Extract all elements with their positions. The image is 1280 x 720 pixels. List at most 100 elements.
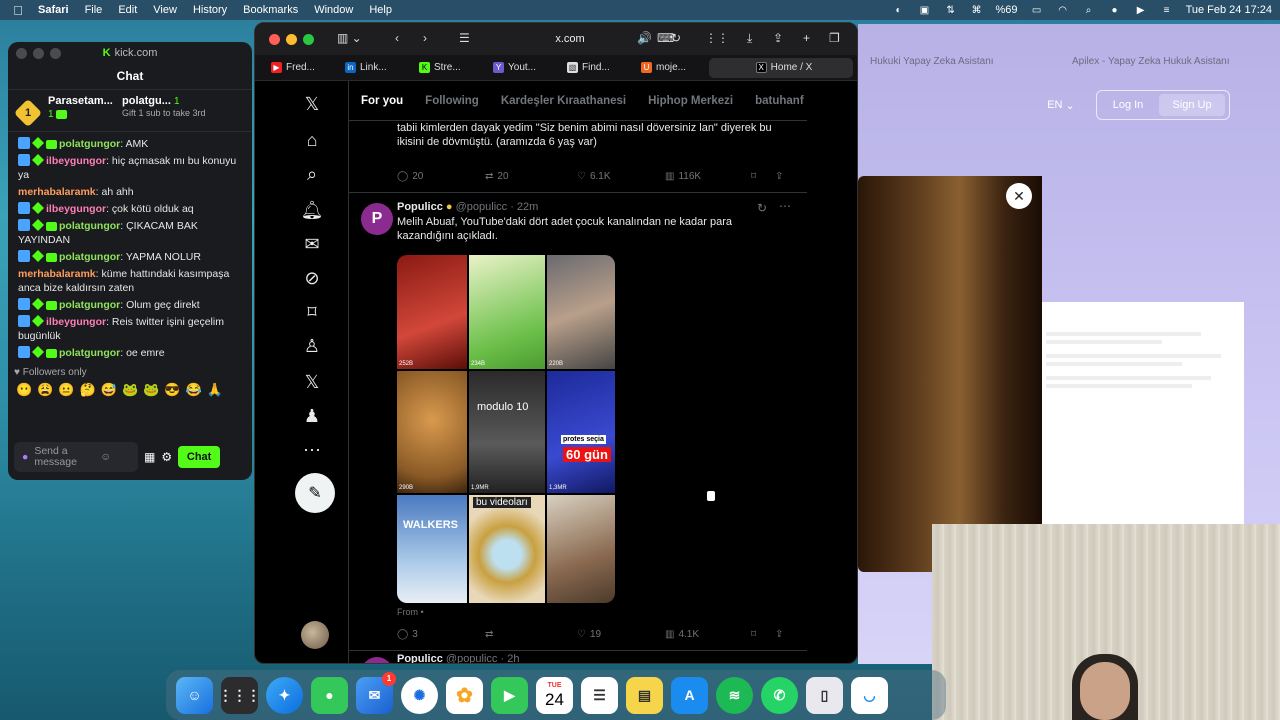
premium-icon[interactable]: 𝕏: [301, 371, 323, 393]
emote-icon[interactable]: 😅: [101, 382, 117, 398]
messages-icon[interactable]: ●: [311, 676, 348, 714]
emote-icon[interactable]: 🐸: [122, 382, 138, 398]
emote-icon[interactable]: 😩: [37, 382, 53, 398]
app-store-icon[interactable]: A: [671, 676, 708, 714]
finder-icon[interactable]: ☺: [176, 676, 213, 714]
new-tab-icon[interactable]: +: [803, 31, 810, 45]
mail-icon[interactable]: ✉ 1: [356, 671, 396, 714]
share-icon[interactable]: ⇪: [775, 171, 783, 182]
tweet-next[interactable]: P Populicc @populicc · 2h: [349, 651, 807, 663]
menu-file[interactable]: File: [85, 4, 103, 16]
search-icon[interactable]: ⌕: [301, 163, 323, 185]
whatsapp-icon[interactable]: ✆: [761, 676, 798, 714]
spotify-icon[interactable]: ≋: [716, 676, 753, 714]
grok-analyze-icon[interactable]: ↻: [757, 201, 767, 215]
tab-following[interactable]: Following: [425, 95, 479, 107]
tab-youtube[interactable]: Y Yout...: [487, 58, 557, 78]
tab-moje[interactable]: Umoje...: [635, 58, 705, 78]
tweet-author[interactable]: Populicc: [397, 201, 443, 213]
close-window-button[interactable]: [269, 33, 280, 45]
chat-username[interactable]: polatgungor: [59, 251, 120, 263]
preview-icon[interactable]: ▯: [806, 676, 843, 714]
notifications-icon[interactable]: 🔔︎: [301, 199, 324, 221]
wifi-icon[interactable]: ◠: [1056, 4, 1070, 16]
extra-app-icon[interactable]: ◡: [851, 676, 888, 714]
chat-username[interactable]: polatgungor: [59, 220, 120, 232]
apple-icon[interactable]: : [6, 3, 30, 18]
more-icon[interactable]: ⋯: [301, 439, 323, 461]
tab-linkedin[interactable]: in Link...: [339, 58, 409, 78]
close-icon[interactable]: ✕: [1006, 183, 1032, 209]
safari-icon[interactable]: ✦: [266, 676, 303, 714]
control-center-icon[interactable]: ≡: [1160, 4, 1174, 16]
tab-for-you[interactable]: For you: [361, 95, 403, 107]
tweet-handle[interactable]: @populicc · 2h: [446, 653, 520, 663]
reload-icon[interactable]: ↻: [671, 31, 681, 45]
photos-icon[interactable]: ✿: [446, 676, 483, 714]
screen-record-icon[interactable]: ▣: [918, 4, 932, 16]
language-select[interactable]: EN ⌄: [1038, 92, 1084, 118]
chat-username[interactable]: ilbeygungor: [46, 203, 106, 215]
home-icon[interactable]: ⌂: [301, 129, 323, 151]
minimize-window-button[interactable]: [286, 33, 297, 45]
emote-icon[interactable]: 🐸: [143, 382, 159, 398]
bg-tab-apilex[interactable]: Apilex - Yapay Zeka Hukuk Asistanı: [1072, 56, 1230, 67]
zoom-window-button[interactable]: [303, 33, 314, 45]
top-gifter-1[interactable]: Parasetam...: [48, 95, 118, 108]
chat-username[interactable]: merhabalaramk: [18, 186, 96, 198]
signup-button[interactable]: Sign Up: [1159, 94, 1225, 116]
bookmark-icon[interactable]: ⌑: [751, 171, 775, 182]
tweet[interactable]: P Populicc ● @populicc · 22m ↻ ⋯ Melih A…: [349, 193, 807, 651]
post-button[interactable]: ✎: [295, 473, 335, 513]
menu-bookmarks[interactable]: Bookmarks: [243, 4, 298, 16]
top-gifter-2[interactable]: polatgu...: [122, 95, 171, 107]
downloads-icon[interactable]: ⤓: [747, 31, 752, 46]
tab-find[interactable]: ▧ Find...: [561, 58, 631, 78]
like-button[interactable]: ♡ 19: [577, 629, 665, 640]
login-button[interactable]: Log In: [1101, 94, 1155, 116]
tab-hiphop[interactable]: Hiphop Merkezi: [648, 95, 733, 107]
emote-icon[interactable]: 😐: [58, 382, 74, 398]
extensions-icon[interactable]: ⋮⋮: [705, 31, 729, 45]
back-icon[interactable]: ‹: [395, 31, 399, 45]
siri-icon[interactable]: ●: [1108, 4, 1122, 16]
forward-icon[interactable]: ›: [423, 31, 427, 45]
chat-input[interactable]: ● Send a message ☺: [14, 442, 138, 472]
messages-icon[interactable]: ✉: [301, 233, 323, 255]
tab-batuhanf[interactable]: batuhanf: [755, 95, 804, 107]
emote-icon[interactable]: 🤔: [80, 382, 96, 398]
tweet-image-grid[interactable]: 252B 234B 220B 290B modulo 10 1,9MR prot…: [397, 255, 615, 603]
gift-icon[interactable]: ▦: [144, 450, 155, 464]
chat-username[interactable]: polatgungor: [59, 347, 120, 359]
tab-home-x[interactable]: X Home / X: [709, 57, 853, 78]
tab-kardesler[interactable]: Kardeşler Kıraathanesi: [501, 95, 626, 107]
share-icon[interactable]: ⇪: [773, 31, 783, 45]
chat-username[interactable]: ilbeygungor: [46, 316, 106, 328]
more-options-icon[interactable]: ⋯: [779, 199, 791, 213]
tab-fred[interactable]: ▶ Fred...: [265, 58, 335, 78]
audio-icon[interactable]: 🔊: [637, 31, 652, 45]
calendar-icon[interactable]: TUE 24: [536, 676, 573, 714]
jobs-icon[interactable]: ♙: [301, 335, 323, 357]
tweet-previous[interactable]: tabii kimlerden dayak yedim "Siz benim a…: [349, 121, 807, 193]
emoji-icon[interactable]: ☺: [100, 451, 111, 463]
spotlight-icon[interactable]: ⌕: [1082, 4, 1096, 16]
status-app-icon[interactable]: ◐: [892, 4, 906, 16]
tweet-handle[interactable]: @populicc · 22m: [456, 201, 539, 213]
network-icon[interactable]: ⇅: [944, 4, 958, 16]
clock[interactable]: Tue Feb 24 17:24: [1186, 4, 1272, 16]
bookmarks-icon[interactable]: ⌑: [301, 301, 323, 323]
tweet-avatar[interactable]: P: [361, 657, 393, 663]
tweet-author[interactable]: Populicc: [397, 653, 443, 663]
menu-help[interactable]: Help: [369, 4, 392, 16]
views-button[interactable]: ▥ 116K: [665, 171, 751, 182]
facetime-icon[interactable]: ▶: [491, 676, 528, 714]
chat-username[interactable]: merhabalaramk: [18, 268, 96, 280]
emote-icon[interactable]: 😎: [164, 382, 180, 398]
chat-username[interactable]: ilbeygungor: [46, 155, 106, 167]
chat-username[interactable]: polatgungor: [59, 299, 120, 311]
battery-icon[interactable]: ▭: [1030, 4, 1044, 16]
emote-icon[interactable]: 😶: [16, 382, 32, 398]
views-button[interactable]: ▥ 4.1K: [665, 629, 751, 640]
chat-send-button[interactable]: Chat: [178, 446, 221, 468]
